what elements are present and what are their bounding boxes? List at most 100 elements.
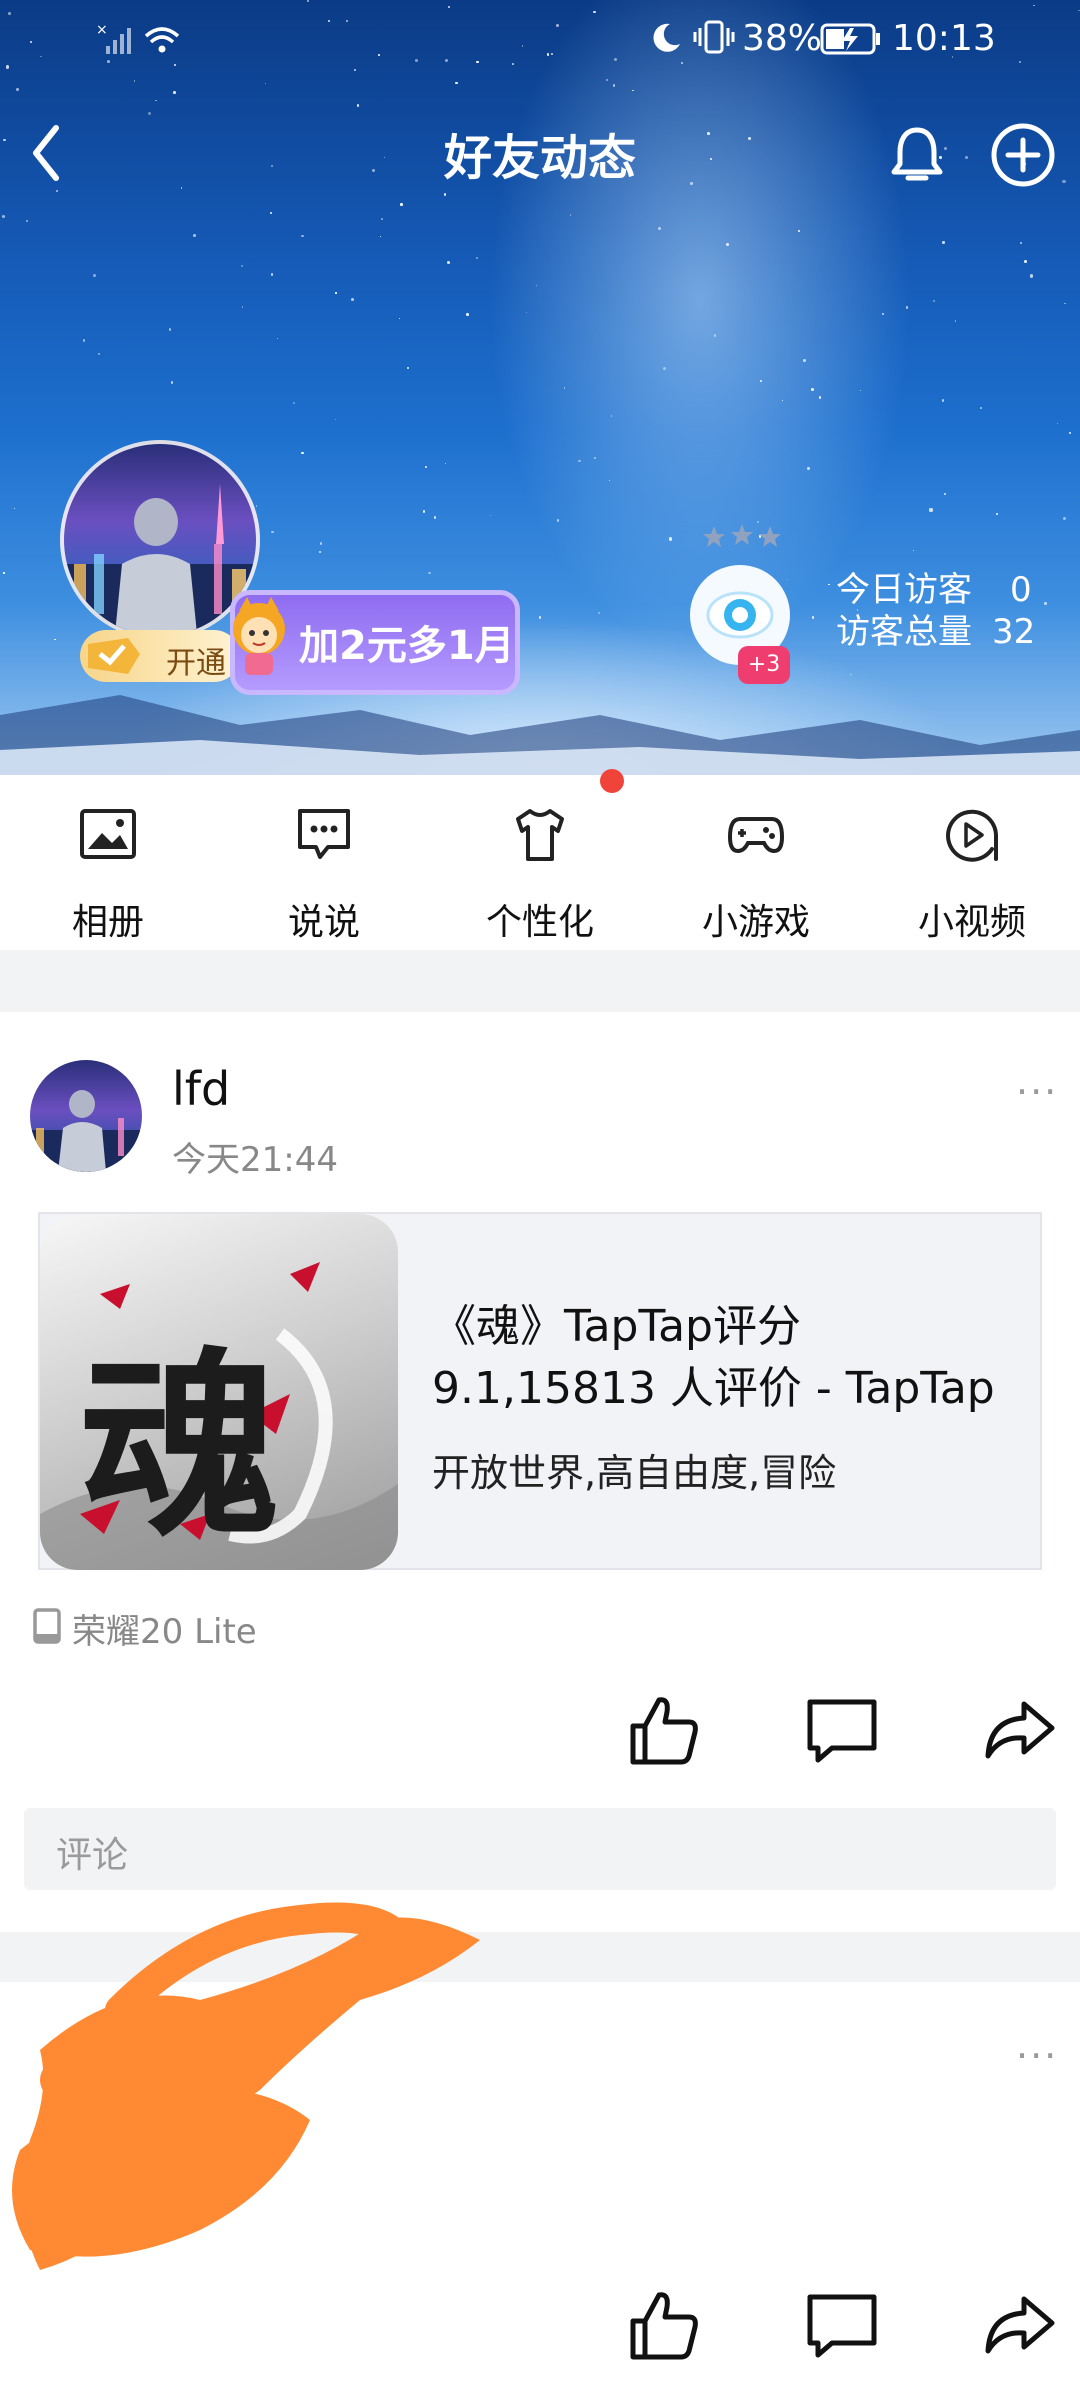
quick-actions-bar: 相册 说说 个性化 小游戏 小视频 bbox=[0, 769, 1080, 950]
star bbox=[1056, 423, 1058, 425]
star bbox=[350, 298, 355, 302]
notifications-button[interactable] bbox=[884, 122, 950, 188]
quick-action-minigames[interactable]: 小游戏 bbox=[648, 775, 864, 950]
device-label: 荣耀20 Lite bbox=[72, 1612, 257, 1652]
quick-action-personalize[interactable]: 个性化 bbox=[432, 769, 648, 950]
star bbox=[605, 78, 608, 81]
plus-circle-icon bbox=[991, 123, 1055, 187]
star bbox=[781, 400, 784, 402]
star bbox=[827, 583, 830, 586]
vip-promo-text: 加2元多1月 bbox=[299, 623, 515, 669]
star bbox=[400, 203, 403, 206]
star bbox=[905, 306, 908, 309]
star bbox=[512, 62, 514, 65]
star bbox=[954, 320, 957, 322]
star bbox=[447, 260, 451, 264]
star bbox=[241, 306, 244, 308]
star bbox=[811, 616, 815, 619]
star bbox=[476, 257, 479, 260]
star bbox=[538, 616, 542, 619]
star bbox=[192, 234, 196, 238]
post-more-button[interactable]: ··· bbox=[1016, 1070, 1058, 1114]
total-visitors-value: 32 bbox=[992, 612, 1036, 652]
post-author-avatar[interactable] bbox=[30, 1060, 142, 1172]
vip-promo-button[interactable]: 加2元多1月 bbox=[230, 590, 520, 695]
star bbox=[445, 58, 449, 62]
chat-bubble-icon bbox=[298, 809, 350, 859]
card-description: 开放世界,高自由度,冒险 bbox=[432, 1451, 837, 1495]
visitor-badge: +3 bbox=[738, 646, 790, 684]
bell-icon bbox=[891, 127, 943, 181]
star bbox=[663, 367, 667, 371]
star bbox=[443, 193, 447, 196]
star bbox=[942, 399, 945, 402]
star bbox=[82, 339, 86, 342]
star bbox=[713, 334, 717, 337]
star bbox=[356, 104, 360, 107]
post-author-name[interactable]: lfd bbox=[172, 1062, 230, 1116]
star bbox=[593, 11, 596, 14]
star bbox=[555, 23, 559, 28]
star bbox=[556, 519, 560, 522]
vip-open-badge[interactable]: 开通 bbox=[80, 630, 240, 682]
quick-action-label: 相册 bbox=[71, 902, 144, 943]
star bbox=[334, 418, 336, 420]
star bbox=[489, 514, 491, 517]
star bbox=[301, 234, 304, 237]
comment-input[interactable] bbox=[24, 1808, 1056, 1890]
star bbox=[414, 59, 418, 62]
star bbox=[277, 337, 279, 339]
star bbox=[797, 229, 801, 232]
star bbox=[933, 300, 936, 303]
battery-icon bbox=[820, 22, 882, 56]
like-button[interactable] bbox=[625, 1690, 705, 1770]
star bbox=[271, 531, 274, 534]
star bbox=[319, 541, 323, 545]
share-button[interactable] bbox=[980, 1690, 1060, 1770]
quick-action-label: 说说 bbox=[287, 902, 360, 943]
stars-decoration-icon bbox=[702, 522, 782, 552]
quick-action-shuoshuo[interactable]: 说说 bbox=[216, 775, 432, 950]
star bbox=[398, 317, 400, 319]
photo-album-icon bbox=[80, 809, 136, 859]
add-button[interactable] bbox=[988, 120, 1058, 190]
star bbox=[1069, 431, 1072, 435]
star bbox=[379, 235, 382, 237]
game-cover-title: 魂 bbox=[80, 1329, 281, 1564]
star bbox=[335, 292, 337, 294]
star bbox=[466, 313, 469, 316]
star bbox=[1032, 4, 1035, 7]
star bbox=[170, 381, 174, 384]
star bbox=[526, 311, 528, 313]
star bbox=[912, 549, 915, 551]
star bbox=[455, 81, 458, 85]
star bbox=[147, 111, 151, 115]
star bbox=[270, 273, 273, 276]
star bbox=[613, 57, 618, 62]
battery-percent: 38% bbox=[742, 18, 823, 59]
quick-action-label: 小视频 bbox=[917, 902, 1026, 943]
quick-action-album[interactable]: 相册 bbox=[0, 775, 216, 950]
star bbox=[56, 190, 59, 193]
comment-button[interactable] bbox=[802, 1690, 882, 1770]
star bbox=[1064, 303, 1066, 305]
post-timestamp: 今天21:44 bbox=[172, 1140, 338, 1180]
like-button[interactable] bbox=[625, 2285, 705, 2365]
star bbox=[407, 367, 410, 370]
star bbox=[1020, 242, 1022, 244]
quick-action-videos[interactable]: 小视频 bbox=[864, 775, 1080, 950]
star bbox=[354, 69, 356, 71]
share-button[interactable] bbox=[980, 2285, 1060, 2365]
comment-button[interactable] bbox=[802, 2285, 882, 2365]
star bbox=[551, 53, 553, 56]
star bbox=[1044, 602, 1047, 605]
star bbox=[597, 612, 600, 615]
total-visitors-label: 访客总量 bbox=[836, 612, 972, 652]
post-more-button[interactable]: ··· bbox=[1016, 2034, 1058, 2078]
star bbox=[173, 90, 176, 94]
mascot-icon bbox=[233, 597, 285, 675]
star bbox=[26, 220, 29, 223]
share-arrow-icon bbox=[985, 1701, 1055, 1759]
star bbox=[378, 54, 380, 57]
star bbox=[811, 387, 815, 391]
